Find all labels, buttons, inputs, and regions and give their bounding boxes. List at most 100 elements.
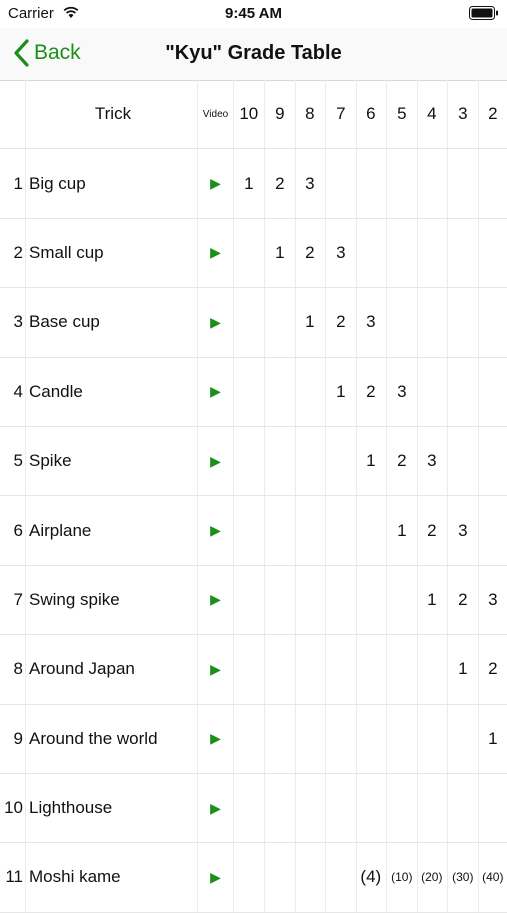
- video-cell: ▶: [198, 565, 234, 635]
- grade-cell: 1: [326, 357, 357, 426]
- grade-cell: 3: [326, 218, 357, 288]
- status-bar: Carrier 9:45 AM: [0, 0, 507, 28]
- grade-cell: [265, 496, 296, 565]
- grade-cell: [417, 357, 448, 426]
- grade-cell: [265, 426, 296, 496]
- grade-cell: [448, 773, 479, 843]
- table-row[interactable]: 9 Around the world ▶ 1: [0, 704, 507, 774]
- header-grade: 8: [295, 80, 326, 149]
- row-number: 9: [0, 704, 26, 773]
- trick-name: Lighthouse: [26, 773, 198, 843]
- grade-cell: 1: [478, 705, 507, 773]
- grade-cell: [356, 218, 387, 288]
- grade-cell: [478, 774, 507, 842]
- grade-cell: [295, 773, 326, 843]
- trick-name: Big cup: [26, 149, 198, 218]
- grade-cell: [417, 773, 448, 843]
- play-icon[interactable]: ▶: [210, 314, 221, 331]
- play-icon[interactable]: ▶: [210, 383, 221, 400]
- grade-cell: 2: [356, 357, 387, 426]
- trick-name: Spike: [26, 426, 198, 496]
- status-time: 9:45 AM: [225, 5, 282, 22]
- row-number: 7: [0, 565, 26, 635]
- grade-table: Trick Video 10 9 8 7 6 5 4 3 2 1 Big cup ▶ 1 2 3 2 Smal…: [0, 80, 507, 913]
- grade-cell: [295, 704, 326, 773]
- row-number: 10: [0, 773, 26, 843]
- grade-cell: 2: [417, 496, 448, 565]
- grade-cell: (30): [448, 843, 479, 912]
- grade-cell: [448, 357, 479, 426]
- trick-name: Swing spike: [26, 565, 198, 635]
- trick-name: Small cup: [26, 218, 198, 288]
- play-icon[interactable]: ▶: [210, 244, 221, 261]
- grade-cell: [478, 288, 507, 356]
- video-cell: ▶: [198, 773, 234, 843]
- grade-cell: (10): [387, 843, 418, 912]
- grade-cell: [326, 635, 357, 704]
- grade-cell: [265, 288, 296, 357]
- header-number: [0, 80, 26, 149]
- grade-cell: [234, 288, 265, 357]
- grade-cell: [234, 357, 265, 426]
- grade-cell: [295, 565, 326, 635]
- grade-cell: [478, 496, 507, 564]
- grade-cell: [387, 149, 418, 218]
- grade-cell: [326, 565, 357, 635]
- grade-cell: [387, 288, 418, 357]
- grade-cell: [478, 219, 507, 287]
- grade-cell: 2: [295, 218, 326, 288]
- table-row[interactable]: 1 Big cup ▶ 1 2 3: [0, 149, 507, 219]
- row-number: 8: [0, 635, 26, 704]
- grade-cell: [356, 565, 387, 635]
- video-cell: ▶: [198, 635, 234, 704]
- play-icon[interactable]: ▶: [210, 522, 221, 539]
- table-row[interactable]: 8 Around Japan ▶ 1 2: [0, 635, 507, 705]
- grade-cell: (4): [356, 843, 387, 912]
- table-row[interactable]: 3 Base cup ▶ 1 2 3: [0, 288, 507, 358]
- grade-cell: [356, 496, 387, 565]
- grade-cell: [387, 565, 418, 635]
- row-number: 11: [0, 843, 26, 912]
- grade-cell: 1: [295, 288, 326, 357]
- play-icon[interactable]: ▶: [210, 800, 221, 817]
- grade-cell: [265, 565, 296, 635]
- grade-cell: [387, 704, 418, 773]
- play-icon[interactable]: ▶: [210, 453, 221, 470]
- header-grade: 7: [326, 80, 357, 149]
- table-row[interactable]: 6 Airplane ▶ 1 2 3: [0, 496, 507, 566]
- table-row[interactable]: 11 Moshi kame ▶ (4) (10) (20) (30) (40): [0, 843, 507, 913]
- grade-cell: 2: [448, 565, 479, 635]
- grade-cell: 1: [387, 496, 418, 565]
- grade-cell: [234, 843, 265, 912]
- grade-cell: [295, 843, 326, 912]
- grade-cell: 1: [265, 218, 296, 288]
- table-row[interactable]: 2 Small cup ▶ 1 2 3: [0, 218, 507, 289]
- grade-cell: [356, 773, 387, 843]
- row-number: 6: [0, 496, 26, 565]
- header-grade: 4: [417, 80, 448, 149]
- grade-cell: [356, 704, 387, 773]
- grade-cell: [234, 218, 265, 288]
- table-body: 1 Big cup ▶ 1 2 3 2 Small cup ▶ 1 2 3 3 Base cup ▶ 1 2 3 4…: [0, 149, 507, 913]
- table-row[interactable]: 10 Lighthouse ▶: [0, 773, 507, 844]
- grade-cell: [478, 427, 507, 495]
- grade-cell: [234, 565, 265, 635]
- play-icon[interactable]: ▶: [210, 869, 221, 886]
- play-icon[interactable]: ▶: [210, 591, 221, 608]
- table-row[interactable]: 7 Swing spike ▶ 1 2 3: [0, 565, 507, 636]
- row-number: 5: [0, 426, 26, 496]
- video-cell: ▶: [198, 843, 234, 912]
- grade-cell: 2: [326, 288, 357, 357]
- table-header-row: Trick Video 10 9 8 7 6 5 4 3 2: [0, 80, 507, 150]
- play-icon[interactable]: ▶: [210, 730, 221, 747]
- grade-cell: [265, 357, 296, 426]
- play-icon[interactable]: ▶: [210, 175, 221, 192]
- play-icon[interactable]: ▶: [210, 661, 221, 678]
- table-row[interactable]: 5 Spike ▶ 1 2 3: [0, 426, 507, 497]
- grade-cell: [478, 149, 507, 217]
- grade-cell: (20): [417, 843, 448, 912]
- grade-cell: [265, 704, 296, 773]
- grade-cell: [478, 358, 507, 426]
- table-row[interactable]: 4 Candle ▶ 1 2 3: [0, 357, 507, 427]
- trick-name: Candle: [26, 357, 198, 426]
